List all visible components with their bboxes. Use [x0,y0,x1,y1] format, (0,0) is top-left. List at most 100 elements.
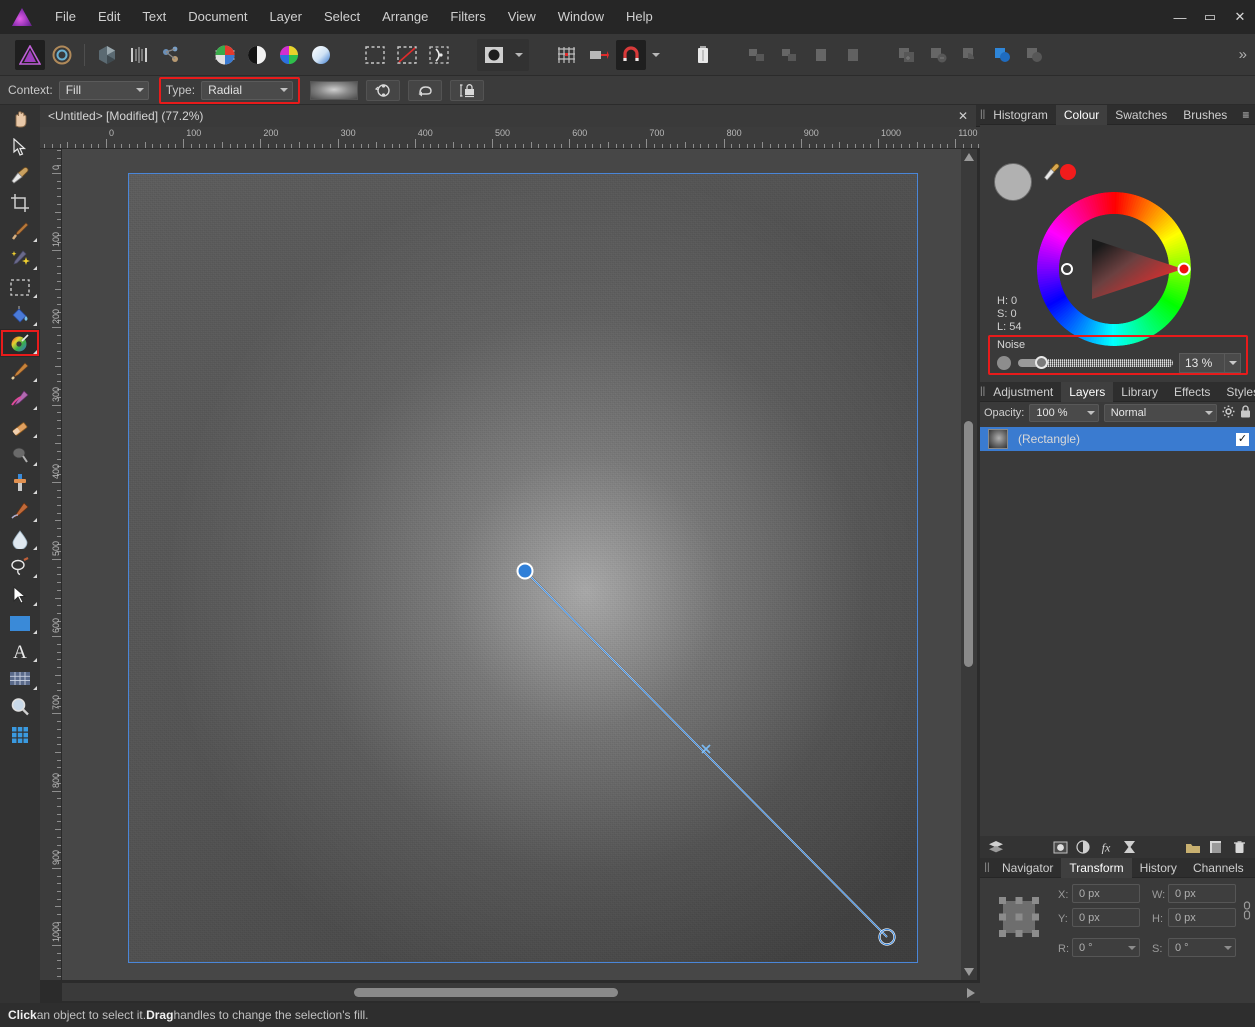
tab-brushes[interactable]: Brushes [1175,105,1235,125]
export-persona-icon[interactable] [156,40,186,70]
tone-mapping-persona-icon[interactable] [124,40,154,70]
secondary-colour-swatch[interactable] [1060,164,1076,180]
gear-icon[interactable] [1222,405,1235,421]
paint-brush-tool[interactable] [0,357,40,385]
retouch-tool[interactable] [0,217,40,245]
horizontal-ruler[interactable]: 0 100 200 300 400 500 600 700 800 900 1000 1100 [40,127,980,149]
context-dropdown[interactable]: Fill [58,80,149,100]
anchor-point-grid[interactable] [998,896,1040,938]
rectangle-tool[interactable] [0,609,40,637]
menu-select[interactable]: Select [313,0,371,34]
bw-adjustment-icon[interactable] [242,40,272,70]
selection-brush-tool[interactable] [0,245,40,273]
refine-selection-icon[interactable] [424,40,454,70]
liquify-persona-icon[interactable] [47,40,77,70]
tab-history[interactable]: History [1132,858,1185,878]
menu-help[interactable]: Help [615,0,664,34]
layer-stack-icon[interactable] [986,838,1006,856]
maximize-icon[interactable]: ▭ [1195,0,1225,34]
combine-icon[interactable] [1020,40,1050,70]
horizontal-scroll-thumb[interactable] [354,988,618,997]
gradient-preview-swatch[interactable] [310,80,359,100]
view-tool[interactable] [0,105,40,133]
layers-list[interactable]: (Rectangle) ✓ [980,424,1255,836]
invert-gradient-icon[interactable] [408,79,443,101]
tab-swatches[interactable]: Swatches [1107,105,1175,125]
transform-r-field[interactable]: 0 ° [1072,938,1140,957]
type-dropdown[interactable]: Radial [201,80,294,100]
crop-tool[interactable] [0,189,40,217]
gradient-adjustment-icon[interactable] [306,40,336,70]
menu-arrange[interactable]: Arrange [371,0,439,34]
reverse-gradient-icon[interactable] [366,79,401,101]
add-icon[interactable] [892,40,922,70]
node-tool[interactable] [0,581,40,609]
magnet-icon[interactable] [616,39,646,70]
menu-edit[interactable]: Edit [87,0,131,34]
tab-navigator[interactable]: Navigator [994,858,1061,878]
new-layer-icon[interactable] [1206,838,1226,856]
close-icon[interactable]: ✕ [1225,0,1255,34]
colour-wheel[interactable] [1032,187,1196,351]
scroll-up-icon[interactable] [964,153,974,161]
eraser-tool[interactable] [0,413,40,441]
menu-view[interactable]: View [497,0,547,34]
transform-x-field[interactable]: 0 px [1072,884,1140,903]
new-group-icon[interactable] [1183,838,1203,856]
align-justify-icon[interactable] [838,40,868,70]
noise-slider-handle[interactable] [1035,356,1049,369]
menu-document[interactable]: Document [177,0,258,34]
colour-picker-tool[interactable] [0,161,40,189]
link-chain-icon[interactable] [1243,900,1251,925]
deselect-icon[interactable] [392,40,422,70]
tab-layers[interactable]: Layers [1061,382,1114,402]
tab-transform[interactable]: Transform [1061,858,1132,878]
intersect-icon[interactable] [956,40,986,70]
adjustment-icon[interactable] [1073,838,1093,856]
snapping-dropdown-icon[interactable] [652,52,660,57]
close-tab-icon[interactable]: ✕ [958,109,968,123]
tab-colour[interactable]: Colour [1055,105,1108,125]
scroll-right-icon[interactable] [967,988,975,998]
clone-brush-tool[interactable] [0,469,40,497]
noise-value-field[interactable]: 13 % [1179,353,1225,373]
gradient-tool[interactable] [0,329,40,357]
lasso-tool[interactable] [0,553,40,581]
live-filter-icon[interactable] [1119,838,1139,856]
tab-adjustment[interactable]: Adjustment [985,382,1061,402]
menu-filters[interactable]: Filters [439,0,496,34]
delete-layer-icon[interactable] [1229,838,1249,856]
mesh-warp-tool[interactable] [0,665,40,693]
colour-panel-menu-icon[interactable]: ≡ [1235,105,1255,124]
panel-grip-icon[interactable]: || [980,858,994,877]
opacity-field[interactable]: 100 % [1029,404,1099,422]
tab-histogram[interactable]: Histogram [985,105,1056,125]
delete-icon[interactable] [688,40,718,70]
menu-layer[interactable]: Layer [258,0,313,34]
menu-window[interactable]: Window [547,0,615,34]
tab-styles[interactable]: Styles [1218,382,1255,402]
menu-text[interactable]: Text [131,0,177,34]
snapping-icon[interactable] [584,40,614,70]
vertical-scroll-thumb[interactable] [964,421,973,667]
smudge-tool[interactable] [0,385,40,413]
photo-persona-icon[interactable] [15,39,45,70]
inpainting-tool[interactable] [0,497,40,525]
eyedropper-icon[interactable] [1043,163,1061,186]
noise-slider-track[interactable] [1018,356,1173,369]
align-right-icon[interactable] [806,40,836,70]
marquee-selection-icon[interactable] [360,40,390,70]
mask-dropdown-icon[interactable] [515,52,523,57]
noise-dropdown-icon[interactable] [1225,353,1241,373]
layer-visibility-checkbox[interactable]: ✓ [1236,432,1249,446]
artboard-rectangle[interactable] [128,173,918,963]
document-tab[interactable]: <Untitled> [Modified] (77.2%) ✕ [40,105,976,127]
vertical-ruler[interactable]: 0 100 200 300 400 500 600 700 800 900 1000 [40,149,62,980]
develop-persona-icon[interactable] [92,40,122,70]
flood-fill-tool[interactable] [0,301,40,329]
artistic-text-tool[interactable]: A [0,637,40,665]
transform-h-field[interactable]: 0 px [1168,908,1236,927]
minimize-icon[interactable]: — [1165,0,1195,34]
tab-effects[interactable]: Effects [1166,382,1218,402]
move-tool[interactable] [0,133,40,161]
